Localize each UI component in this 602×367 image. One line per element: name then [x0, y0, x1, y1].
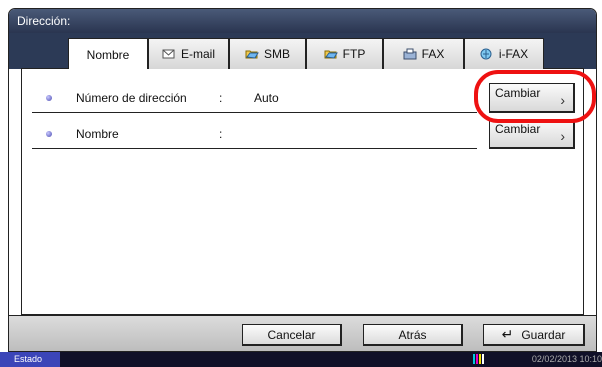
address-number-value: Auto	[254, 91, 279, 105]
tab-email-label: E-mail	[180, 47, 215, 61]
change-name-button[interactable]: Cambiar ›	[489, 119, 575, 149]
address-dialog: Dirección: Nombre E-mail SMB FTP FAX i-F…	[8, 8, 597, 352]
fax-icon	[403, 48, 417, 60]
tab-nombre[interactable]: Nombre	[68, 38, 148, 70]
bullet-icon	[46, 95, 52, 101]
bullet-icon	[46, 131, 52, 137]
enter-icon: ↵	[501, 326, 514, 342]
tab-ifax-label: i-FAX	[498, 47, 529, 61]
name-label: Nombre	[76, 127, 119, 141]
tab-smb-label: SMB	[263, 47, 290, 61]
status-datetime: 02/02/2013 10:10	[531, 354, 602, 364]
tab-smb[interactable]: SMB	[229, 38, 306, 69]
address-number-label: Número de dirección	[76, 91, 187, 105]
status-bar: Estado 02/02/2013 10:10	[0, 352, 602, 367]
highlight-circle	[474, 70, 596, 123]
cancel-button[interactable]: Cancelar	[242, 324, 342, 346]
dialog-title: Dirección:	[9, 9, 596, 33]
back-button[interactable]: Atrás	[363, 324, 463, 346]
tab-ftp[interactable]: FTP	[306, 38, 383, 69]
ifax-icon	[480, 48, 494, 60]
tab-fax[interactable]: FAX	[383, 38, 464, 69]
save-button[interactable]: ↵ Guardar	[483, 324, 585, 346]
tab-fax-label: FAX	[421, 47, 445, 61]
footer-bar: Cancelar Atrás ↵ Guardar	[9, 315, 596, 351]
tab-ftp-label: FTP	[342, 47, 366, 61]
tab-email[interactable]: E-mail	[148, 38, 229, 69]
status-button[interactable]: Estado	[0, 352, 60, 367]
tab-nombre-label: Nombre	[86, 47, 130, 62]
tab-ifax[interactable]: i-FAX	[464, 38, 544, 69]
chevron-right-icon: ›	[560, 128, 565, 144]
toner-level-icon	[473, 354, 484, 364]
folder-icon	[245, 48, 259, 60]
email-icon	[162, 48, 176, 60]
folder-icon	[324, 48, 338, 60]
